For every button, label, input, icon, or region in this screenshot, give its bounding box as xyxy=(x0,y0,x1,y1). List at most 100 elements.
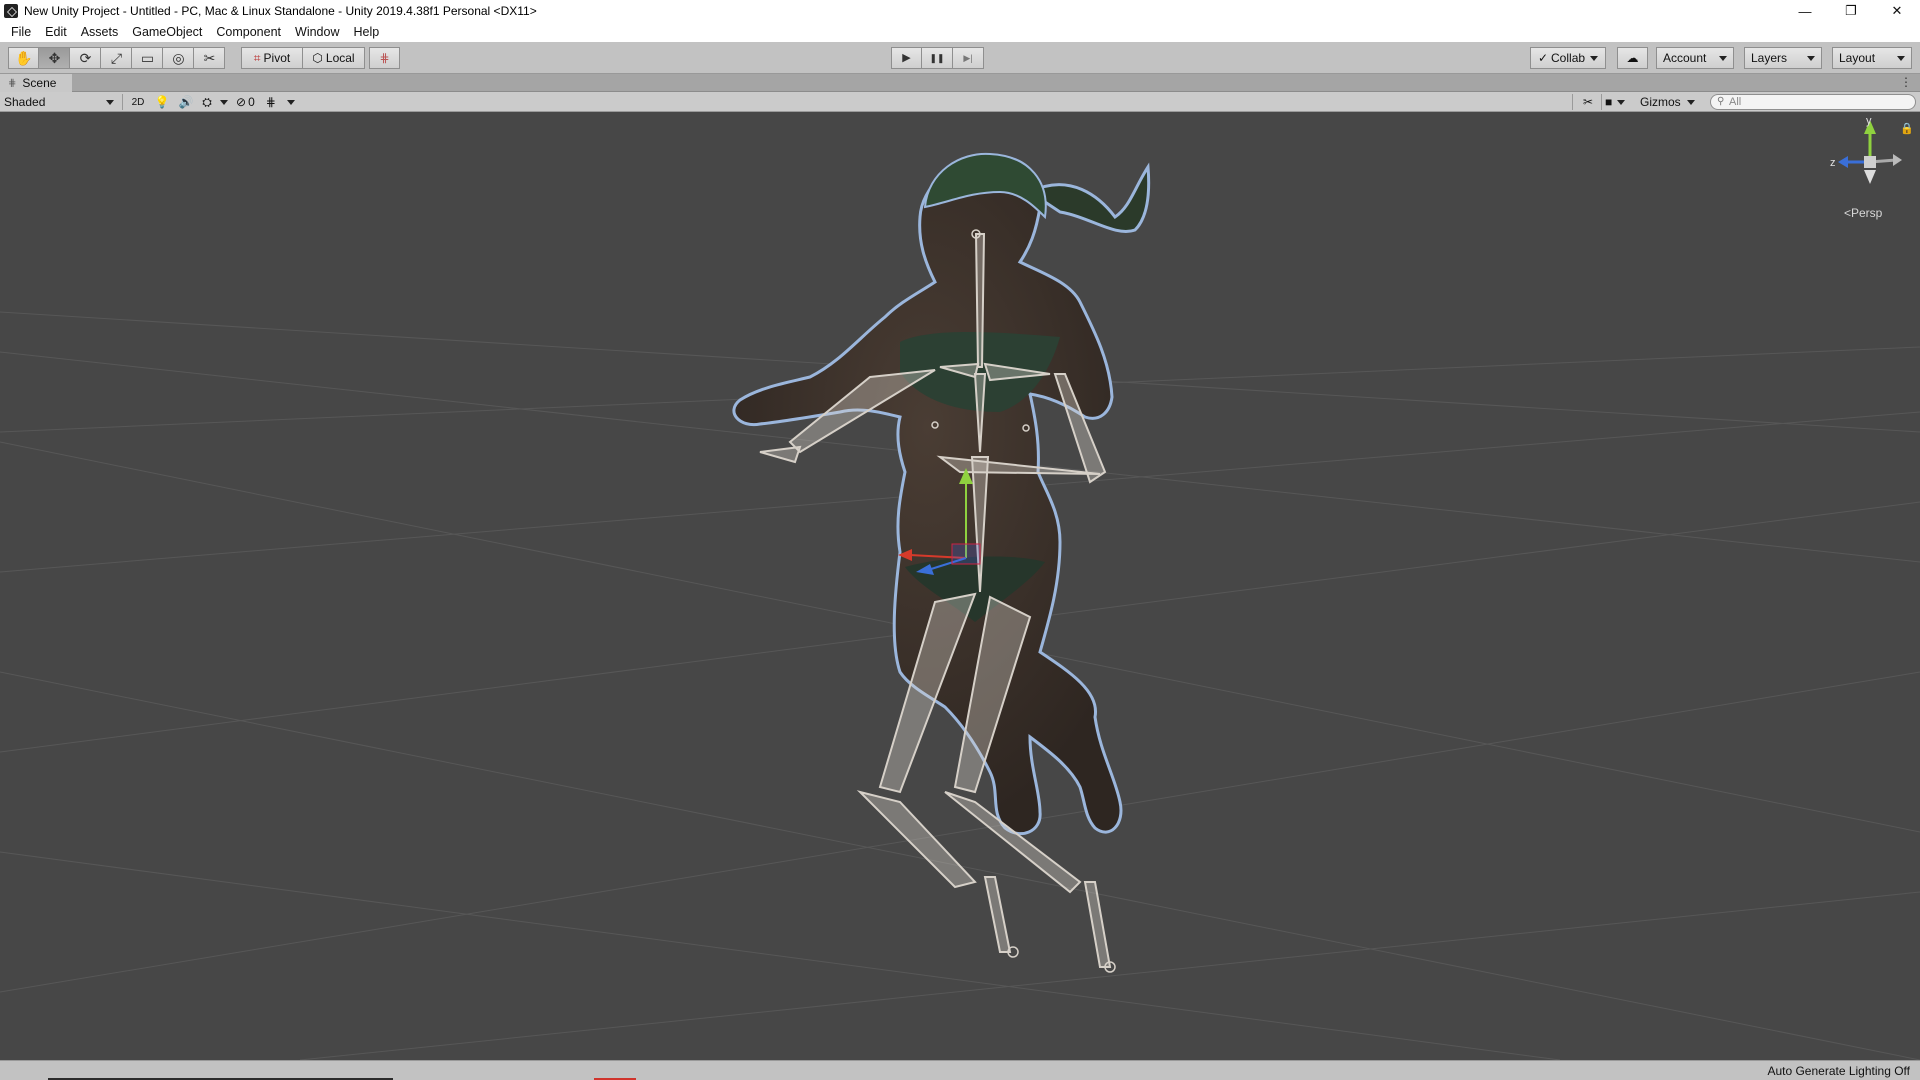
chevron-down-icon xyxy=(1686,99,1695,105)
layout-group: Layout xyxy=(1832,47,1912,69)
lighting-toggle[interactable]: 💡 xyxy=(150,93,174,111)
tools-icon: ✂ xyxy=(1582,95,1594,109)
title-bar: New Unity Project - Untitled - PC, Mac &… xyxy=(0,0,1920,22)
menu-help[interactable]: Help xyxy=(346,25,386,39)
rect-tool-button[interactable]: ▭ xyxy=(132,47,164,69)
camera-dropdown[interactable]: ■ xyxy=(1605,93,1626,111)
lock-icon: 🔒 xyxy=(1900,122,1914,135)
perspective-toggle[interactable]: <Persp xyxy=(1844,206,1882,220)
tab-scene-label: Scene xyxy=(22,76,57,90)
custom-tool-button[interactable]: ✂ xyxy=(194,47,226,69)
gizmos-dropdown[interactable]: Gizmos xyxy=(1640,93,1695,111)
axis-y-label: y xyxy=(1866,115,1872,127)
more-options-icon[interactable]: ⋮ xyxy=(1900,75,1912,89)
move-icon: ✥ xyxy=(48,50,61,66)
hidden-objects-toggle[interactable]: ⊘ 0 xyxy=(232,93,259,111)
grid-toggle[interactable]: ⋕ xyxy=(259,93,283,111)
scene-search-input[interactable]: ⚲ All xyxy=(1710,94,1916,110)
rotate-tool-button[interactable]: ⟳ xyxy=(70,47,102,69)
collab-dropdown[interactable]: ✓ Collab xyxy=(1530,47,1606,69)
collab-label: Collab xyxy=(1551,51,1586,65)
scene-toggles: 2D 💡 🔊 ⛭ ⊘ 0 ⋕ xyxy=(126,93,299,111)
menu-edit[interactable]: Edit xyxy=(38,25,74,39)
local-icon: ⬡ xyxy=(312,51,323,65)
speaker-icon: 🔊 xyxy=(178,95,194,109)
unity-logo-icon xyxy=(4,4,18,18)
scene-toolbar: Shaded 2D 💡 🔊 ⛭ ⊘ 0 ⋕ ✂ ■ Gizmos ⚲ All xyxy=(0,92,1920,112)
minimize-button[interactable]: — xyxy=(1782,0,1828,22)
search-icon: ⚲ xyxy=(1717,96,1725,107)
gizmos-label: Gizmos xyxy=(1640,95,1681,109)
collab-group: ✓ Collab xyxy=(1530,47,1606,69)
transform-icon: ◎ xyxy=(172,50,185,66)
transform-tools: ✋ ✥ ⟳ ⤢ ▭ ◎ ✂ xyxy=(8,47,226,69)
hidden-count: 0 xyxy=(248,95,255,109)
orientation-gizmo: y z 🔒 xyxy=(1830,115,1914,184)
audio-toggle[interactable]: 🔊 xyxy=(174,93,198,111)
pause-button[interactable]: ❚❚ xyxy=(922,47,953,69)
chevron-down-icon xyxy=(220,99,228,105)
pivot-icon: ⌗ xyxy=(253,50,261,65)
rect-icon: ▭ xyxy=(140,50,155,66)
local-toggle[interactable]: ⬡ Local xyxy=(303,47,365,69)
scene-tab-bar: ⋕ Scene ⋮ xyxy=(0,74,1920,92)
2d-toggle[interactable]: 2D xyxy=(126,93,150,111)
move-tool-button[interactable]: ✥ xyxy=(39,47,71,69)
grid-dropdown[interactable] xyxy=(283,93,299,111)
lighting-status[interactable]: Auto Generate Lighting Off xyxy=(1767,1064,1910,1078)
axis-z-label: z xyxy=(1830,157,1836,169)
scene-tools-toggle[interactable]: ✂ xyxy=(1576,93,1600,111)
separator xyxy=(122,94,123,110)
restore-button[interactable]: ❐ xyxy=(1828,0,1874,22)
draw-mode-label: Shaded xyxy=(4,95,46,109)
cloud-icon: ☁ xyxy=(1626,51,1639,65)
draw-mode-dropdown[interactable]: Shaded xyxy=(4,93,118,111)
step-icon: ▶| xyxy=(963,52,973,63)
menu-window[interactable]: Window xyxy=(288,25,346,39)
account-dropdown[interactable]: Account xyxy=(1656,47,1734,69)
transform-tool-button[interactable]: ◎ xyxy=(163,47,195,69)
check-icon: ✓ xyxy=(1537,51,1549,65)
chevron-down-icon xyxy=(1719,55,1727,61)
pivot-label: Pivot xyxy=(263,51,291,65)
rotate-icon: ⟳ xyxy=(79,50,92,66)
account-label: Account xyxy=(1663,51,1707,65)
effects-toggle[interactable]: ⛭ xyxy=(198,93,216,111)
chevron-down-icon xyxy=(106,99,114,105)
layers-dropdown[interactable]: Layers xyxy=(1744,47,1822,69)
camera-icon: ■ xyxy=(1605,95,1613,109)
effects-dropdown[interactable] xyxy=(216,93,232,111)
chevron-down-icon xyxy=(1590,55,1599,61)
menu-assets[interactable]: Assets xyxy=(74,25,126,39)
step-button[interactable]: ▶| xyxy=(953,47,984,69)
pivot-toggle[interactable]: ⌗ Pivot xyxy=(241,47,303,69)
cloud-button[interactable]: ☁ xyxy=(1617,47,1648,69)
scene-viewport[interactable]: y z 🔒 <Persp xyxy=(0,112,1920,1060)
main-toolbar: ✋ ✥ ⟳ ⤢ ▭ ◎ ✂ ⌗ Pivot ⬡ Local ⋕ ▶ ❚❚ ▶| ✓ C… xyxy=(0,42,1920,74)
scene-grid-icon: ⋕ xyxy=(8,77,17,89)
hand-icon: ✋ xyxy=(15,50,33,66)
tab-scene[interactable]: ⋕ Scene xyxy=(0,74,72,92)
play-button[interactable]: ▶ xyxy=(891,47,922,69)
scale-icon: ⤢ xyxy=(110,50,123,66)
pause-icon: ❚❚ xyxy=(929,52,945,63)
status-bar: Auto Generate Lighting Off xyxy=(0,1060,1920,1080)
layout-label: Layout xyxy=(1839,51,1876,65)
character-body xyxy=(732,154,1123,835)
chevron-down-icon xyxy=(286,99,295,105)
scale-tool-button[interactable]: ⤢ xyxy=(101,47,133,69)
close-button[interactable]: ✕ xyxy=(1874,0,1920,22)
menu-file[interactable]: File xyxy=(4,25,38,39)
effects-icon: ⛭ xyxy=(202,94,212,109)
chevron-down-icon xyxy=(1617,99,1626,105)
menu-component[interactable]: Component xyxy=(209,25,288,39)
layout-dropdown[interactable]: Layout xyxy=(1832,47,1912,69)
grid-snap-button[interactable]: ⋕ xyxy=(369,47,400,69)
layers-group: Layers xyxy=(1744,47,1822,69)
search-placeholder: All xyxy=(1729,96,1742,108)
chevron-down-icon xyxy=(1807,55,1815,61)
local-label: Local xyxy=(325,51,355,65)
hand-tool-button[interactable]: ✋ xyxy=(8,47,40,69)
pivot-group: ⌗ Pivot ⬡ Local ⋕ xyxy=(241,47,400,69)
menu-gameobject[interactable]: GameObject xyxy=(125,25,209,39)
